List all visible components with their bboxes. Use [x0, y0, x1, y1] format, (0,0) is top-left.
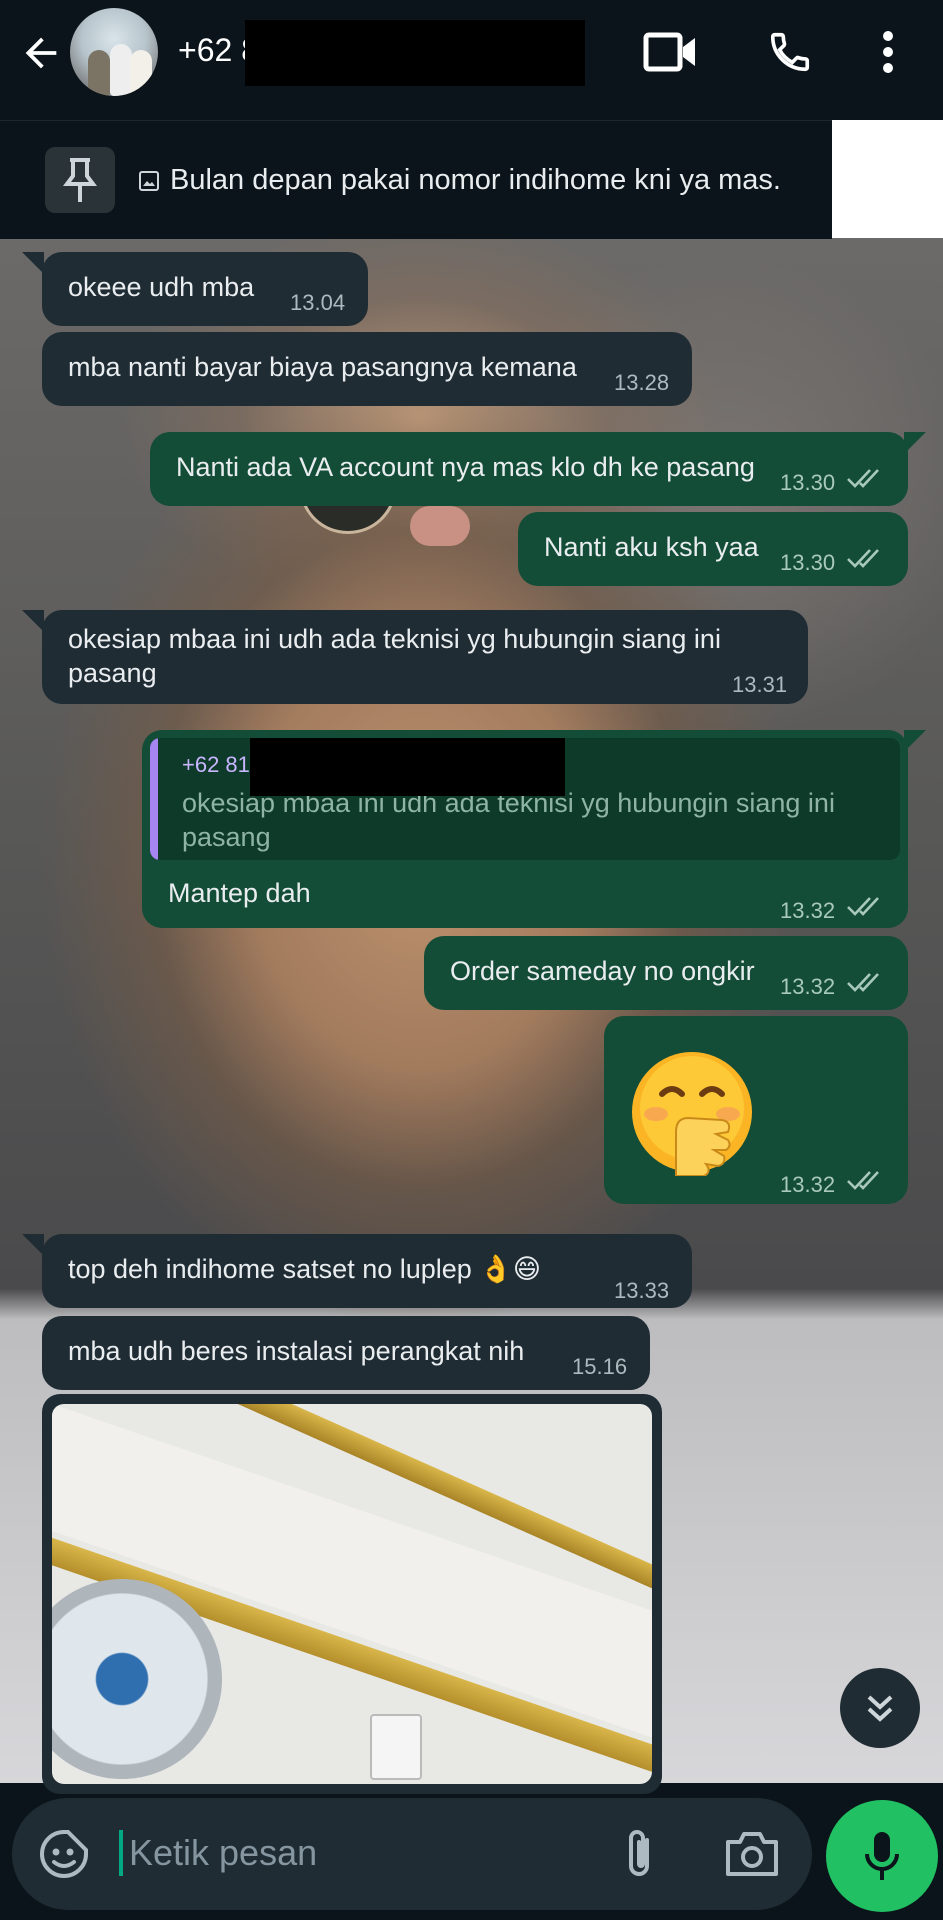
wallpaper-cat-nose: [410, 506, 470, 546]
quote-accent-bar: [150, 738, 158, 860]
scroll-to-bottom-button[interactable]: [840, 1668, 920, 1748]
message-time: 13.31: [732, 672, 788, 697]
pin-icon[interactable]: [45, 147, 115, 213]
message-text-line2: pasang: [68, 658, 157, 688]
face-with-hand-over-mouth-emoji: [632, 1052, 752, 1176]
message-text: okeee udh mba: [68, 272, 255, 302]
bubble-tail: [22, 252, 44, 274]
sticker-icon[interactable]: [38, 1828, 90, 1880]
text-cursor: [119, 1830, 123, 1876]
message-time: 13.32: [780, 898, 836, 923]
image-icon: [139, 171, 159, 191]
message-time: 15.16: [572, 1354, 628, 1379]
message-incoming[interactable]: top deh indihome satset no luplep 👌😄 13.…: [42, 1234, 692, 1308]
message-text-line1: okesiap mbaa ini udh ada teknisi yg hubu…: [68, 624, 721, 654]
redaction-bar: [245, 20, 585, 86]
double-check-icon: [847, 1171, 879, 1190]
quoted-sender: +62 81: [182, 752, 250, 777]
double-check-icon: [847, 469, 879, 488]
video-call-icon[interactable]: [642, 28, 698, 76]
message-text: mba udh beres instalasi perangkat nih: [68, 1336, 525, 1366]
message-text: Nanti ada VA account nya mas klo dh ke p…: [176, 452, 755, 482]
bubble-tail: [22, 610, 44, 632]
message-time: 13.32: [780, 974, 836, 999]
message-text: Nanti aku ksh yaa: [544, 532, 759, 562]
message-outgoing[interactable]: Nanti aku ksh yaa 13.30: [518, 512, 908, 586]
back-arrow-icon[interactable]: [18, 30, 64, 76]
message-incoming[interactable]: mba nanti bayar biaya pasangnya kemana 1…: [42, 332, 692, 406]
attach-icon[interactable]: [617, 1826, 663, 1882]
chat-header: +62 8: [0, 0, 943, 120]
message-incoming[interactable]: okeee udh mba 13.04: [42, 252, 368, 326]
message-incoming[interactable]: mba udh beres instalasi perangkat nih 15…: [42, 1316, 650, 1390]
message-time: 13.04: [290, 290, 346, 315]
double-check-icon: [847, 897, 879, 916]
message-input-bar[interactable]: Ketik pesan: [12, 1798, 812, 1910]
message-input[interactable]: Ketik pesan: [129, 1832, 317, 1874]
mic-icon: [865, 1832, 899, 1880]
camera-icon[interactable]: [724, 1828, 780, 1880]
quoted-text-line2: pasang: [182, 822, 271, 852]
message-outgoing[interactable]: Nanti ada VA account nya mas klo dh ke p…: [150, 432, 908, 506]
more-vert-icon[interactable]: [868, 28, 908, 76]
double-check-icon: [847, 973, 879, 992]
message-time: 13.33: [614, 1278, 670, 1303]
voice-record-button[interactable]: [826, 1800, 938, 1912]
message-time: 13.32: [780, 1172, 836, 1197]
pinned-bar-blank: [832, 120, 943, 238]
pinned-message-text[interactable]: Bulan depan pakai nomor indihome kni ya …: [170, 164, 781, 197]
message-text: mba nanti bayar biaya pasangnya kemana: [68, 352, 577, 382]
message-incoming[interactable]: okesiap mbaa ini udh ada teknisi yg hubu…: [42, 610, 808, 704]
photo-thumbnail[interactable]: [52, 1404, 652, 1784]
bubble-tail: [22, 1234, 44, 1256]
message-text: Order sameday no ongkir: [450, 956, 755, 986]
avatar[interactable]: [70, 8, 158, 96]
message-time: 13.30: [780, 550, 836, 575]
message-time: 13.30: [780, 470, 836, 495]
router-device: [370, 1714, 422, 1780]
message-time: 13.28: [614, 370, 670, 395]
double-chevron-down-icon: [867, 1695, 893, 1722]
redaction-bar: [250, 738, 565, 796]
message-text: Mantep dah: [168, 878, 311, 908]
message-outgoing[interactable]: Order sameday no ongkir 13.32: [424, 936, 908, 1010]
message-text: top deh indihome satset no luplep 👌😄: [68, 1254, 542, 1284]
voice-call-icon[interactable]: [762, 28, 818, 76]
double-check-icon: [847, 549, 879, 568]
